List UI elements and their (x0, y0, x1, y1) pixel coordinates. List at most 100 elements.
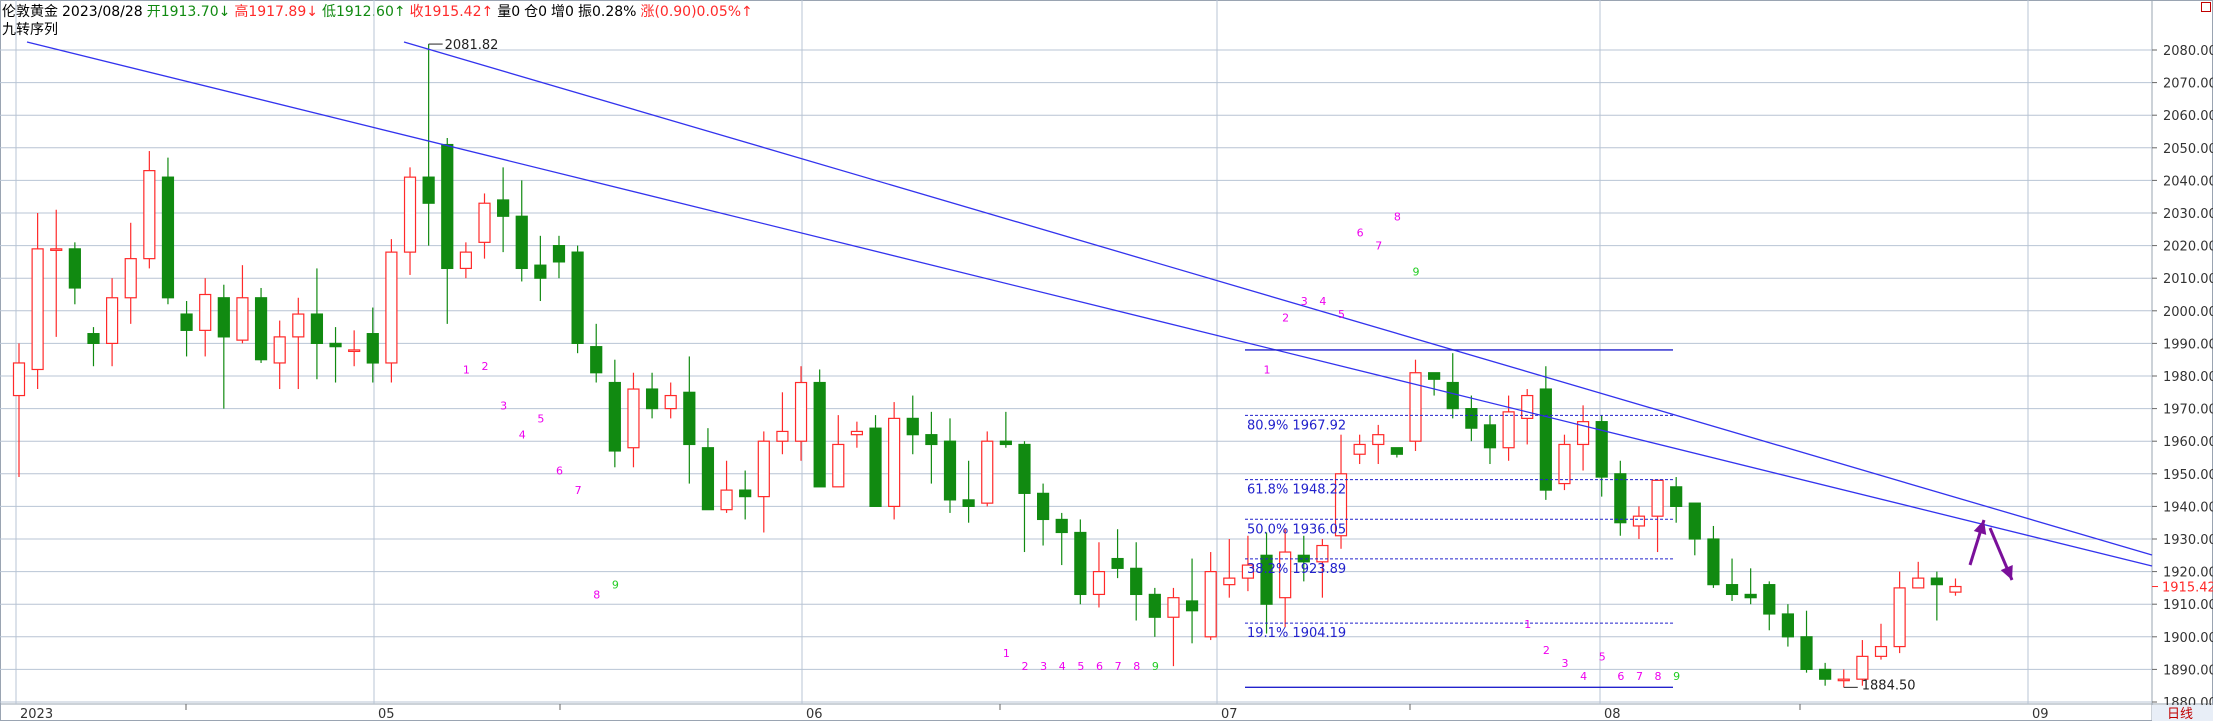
candle-body (1539, 388, 1552, 491)
timeframe-label: 日线 (2167, 707, 2193, 721)
td-sequence-number: 5 (1077, 660, 1084, 673)
candle (869, 415, 882, 508)
candle (31, 213, 44, 390)
candle (310, 268, 324, 380)
candle (1409, 359, 1422, 451)
candle-body (1185, 600, 1199, 612)
candle-body (1372, 434, 1385, 446)
y-tick-label: 1950.00 (2163, 468, 2213, 483)
candle (1912, 561, 1925, 589)
candle-body (1763, 584, 1776, 615)
candle (87, 327, 100, 367)
candle (1707, 525, 1720, 588)
candle (552, 235, 566, 279)
candle (832, 415, 845, 488)
td-sequence-number: 2 (1021, 660, 1028, 673)
candle (962, 460, 975, 523)
candle-body (1912, 577, 1925, 589)
candle-body (794, 381, 808, 442)
candle-body (1148, 593, 1161, 618)
td-sequence-number: 8 (1133, 660, 1140, 673)
candle-body (515, 215, 528, 270)
candle-body (1483, 424, 1497, 449)
td-sequence-number: 4 (1059, 660, 1066, 673)
candle (143, 151, 156, 269)
candle (1930, 571, 1943, 621)
candle (366, 307, 379, 383)
candlestick-chart[interactable]: 1880.001890.001900.001910.001920.001930.… (0, 0, 2213, 721)
candle-body (925, 434, 938, 446)
td-sequence-number: 4 (519, 429, 526, 442)
candle (1521, 389, 1534, 445)
x-tick-label: 05 (378, 707, 395, 721)
candle-body (459, 251, 472, 270)
candle-body (645, 388, 659, 410)
candle (254, 287, 268, 363)
candle (1279, 529, 1292, 628)
td-sequence-number: 8 (593, 588, 600, 601)
candle (925, 411, 938, 484)
candle-body (1223, 577, 1236, 586)
candle-body (1688, 502, 1701, 540)
td-sequence-number: 5 (537, 412, 544, 425)
candle-body (478, 202, 491, 243)
candle-body (68, 248, 81, 289)
candle-body (664, 394, 677, 410)
candle-body (1651, 479, 1664, 517)
y-tick-label: 2000.00 (2163, 305, 2213, 320)
candle-body (1949, 585, 1962, 593)
candle (1148, 587, 1161, 637)
candle-body (1465, 408, 1478, 429)
candle (329, 327, 342, 383)
candle (850, 421, 864, 448)
candle-body (1725, 584, 1739, 596)
candle (459, 242, 472, 279)
candle-body (1353, 443, 1366, 455)
candle (1092, 542, 1106, 608)
fib-level-label: 19.1% 1904.19 (1247, 626, 1346, 641)
candle-body (1632, 515, 1646, 527)
candle (1018, 441, 1031, 553)
fib-level-label: 50.0% 1936.05 (1247, 522, 1346, 537)
y-tick-label: 2070.00 (2163, 77, 2213, 92)
candle (1204, 552, 1217, 641)
x-tick-label: 2023 (20, 707, 53, 721)
y-tick-label: 1980.00 (2163, 370, 2213, 385)
candle (1483, 415, 1497, 465)
candle (645, 372, 659, 419)
last-price-label: 1915.42 (2162, 581, 2213, 596)
y-tick-label: 1930.00 (2163, 533, 2213, 548)
candle-body (180, 313, 193, 331)
candle-body (962, 499, 975, 508)
candle (1614, 460, 1627, 536)
candle-body (1446, 381, 1459, 410)
y-tick-label: 1990.00 (2163, 337, 2213, 352)
candle-body (1670, 486, 1683, 507)
candle (348, 330, 361, 367)
candle (590, 323, 603, 383)
candle (720, 460, 733, 513)
candle-body (1614, 473, 1627, 524)
candle (385, 239, 398, 383)
high-annotation: 2081.82 (445, 38, 499, 53)
candle-body (1130, 567, 1143, 596)
candle-body (385, 251, 398, 364)
candle-body (1819, 668, 1832, 680)
candle (1167, 587, 1180, 667)
x-tick-label: 06 (806, 707, 823, 721)
candle-body (254, 297, 268, 361)
td-sequence-number: 4 (1319, 295, 1326, 308)
td-sequence-number: 3 (1561, 657, 1568, 670)
candle-body (943, 440, 957, 501)
y-tick-label: 2020.00 (2163, 240, 2213, 255)
fib-level-label: 61.8% 1948.22 (1247, 483, 1346, 498)
td-sequence-number: 9 (1413, 266, 1420, 279)
candle (1670, 477, 1683, 523)
y-tick-label: 2080.00 (2163, 44, 2213, 59)
candle (1781, 604, 1795, 647)
candle-body (497, 199, 510, 217)
candle (422, 44, 435, 246)
candle (1949, 578, 1962, 596)
candle (1465, 395, 1478, 442)
candle-body (236, 297, 249, 341)
